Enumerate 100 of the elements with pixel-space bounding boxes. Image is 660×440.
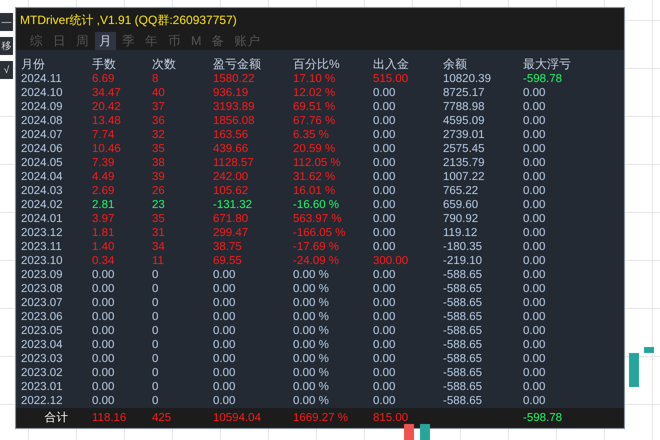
table-cell-text: 3193.89	[213, 100, 256, 114]
table-cell-text: 0.00	[373, 114, 396, 128]
table-cell-text: 0	[152, 324, 160, 338]
table-cell-text: 37	[152, 100, 166, 114]
table-cell-text: 4595.09	[443, 114, 486, 128]
table-cell-text: 31.62 %	[293, 170, 336, 184]
table-cell-text: 16.01 %	[293, 184, 336, 198]
table-cell-text: 0.00 %	[293, 394, 330, 408]
column-header: 盈亏金额	[213, 56, 262, 72]
table-cell-text: 0.00	[213, 310, 236, 324]
table-cell-text: 0.00	[92, 338, 116, 352]
column-header: 百分比%	[293, 56, 341, 72]
table-cell-text: 0.00	[523, 254, 546, 268]
total-cell-text: 425	[152, 411, 172, 425]
table-cell-text: 2023.05	[21, 324, 64, 338]
tab[interactable]: 备	[207, 32, 228, 50]
table-cell-text: 1.40	[92, 240, 116, 254]
table-cell-text: 0.00	[213, 282, 236, 296]
table-cell-text: 0.00 %	[293, 324, 330, 338]
table-cell-text: 0.00	[373, 310, 396, 324]
table-cell-text: 35	[152, 212, 166, 226]
table-cell-text: 0.00 %	[293, 296, 330, 310]
table-cell-text: 0.00	[92, 282, 116, 296]
table-cell-text: 0	[152, 394, 160, 408]
tab[interactable]: 日	[49, 32, 70, 50]
table-cell-text: 0	[152, 268, 160, 282]
table-cell-text: 0.00	[523, 296, 546, 310]
table-cell-text: 0.00	[523, 86, 546, 100]
table-cell-text: 2.69	[92, 184, 116, 198]
table-cell-text: 0.00	[373, 212, 396, 226]
tab[interactable]: 综	[26, 32, 47, 50]
table-cell-text: 1856.08	[213, 114, 256, 128]
table-cell-text: 671.80	[213, 212, 250, 226]
table-cell-text: 0.00	[523, 142, 546, 156]
table-cell-text: 2023.06	[21, 310, 64, 324]
table-cell-text: -588.65	[443, 282, 484, 296]
table-cell-text: -588.65	[443, 310, 484, 324]
table-cell-text: 2024.05	[21, 156, 64, 170]
column-header: 手数	[92, 56, 117, 72]
table-cell-text: 6.69	[92, 72, 116, 86]
table-cell-text: 0.00	[373, 366, 396, 380]
table-cell-text: 2023.12	[21, 226, 64, 240]
table-cell-text: 32	[152, 128, 166, 142]
table-cell-text: 39	[152, 170, 166, 184]
table-cell-text: 0.00	[523, 100, 546, 114]
tab[interactable]: 年	[141, 32, 162, 50]
table-cell-text: -588.65	[443, 394, 484, 408]
table-cell-text: -588.65	[443, 324, 484, 338]
column-header: 余额	[443, 56, 468, 72]
table-cell-text: 0	[152, 352, 160, 366]
table-cell-text: 119.12	[443, 226, 478, 240]
table-cell-text: -588.65	[443, 366, 484, 380]
total-cell-text: 1669.27 %	[293, 411, 349, 425]
side-button[interactable]: 移	[0, 37, 13, 55]
table-cell-text: 13.48	[92, 114, 122, 128]
table-cell-text: 0.00	[373, 226, 396, 240]
table-cell-text: 2024.04	[21, 170, 64, 184]
table-cell-text: 0.00	[373, 142, 396, 156]
table-cell-text: 0.00	[523, 170, 546, 184]
table-cell-text: 163.56	[213, 128, 250, 142]
tab[interactable]: 季	[118, 32, 139, 50]
table-cell-text: 0.00	[373, 296, 396, 310]
table-cell-text: 0.00	[373, 198, 396, 212]
table-cell-text: 2024.03	[21, 184, 64, 198]
table-cell-text: 0.00	[373, 380, 396, 394]
table-cell-text: 0.00 %	[293, 268, 330, 282]
table-cell-text: 0.00 %	[293, 310, 330, 324]
table-cell-text: 0.00	[523, 240, 546, 254]
side-button[interactable]: √	[0, 61, 13, 79]
tab[interactable]: 币	[164, 32, 185, 50]
table-cell-text: 0.00	[523, 380, 546, 394]
table-cell-text: 0	[152, 310, 160, 324]
tab[interactable]: 周	[72, 32, 93, 50]
table-cell-text: 0.00	[523, 352, 546, 366]
column-header: 出入金	[373, 56, 410, 72]
table-cell-text: 67.76 %	[293, 114, 336, 128]
table-cell-text: 69.51 %	[293, 100, 336, 114]
side-button[interactable]: —	[0, 13, 13, 31]
tab[interactable]: M	[187, 32, 206, 50]
table-cell-text: 20.42	[92, 100, 122, 114]
table-cell-text: 10.46	[92, 142, 122, 156]
table-cell-text: 7788.98	[443, 100, 486, 114]
table-cell-text: 790.92	[443, 212, 480, 226]
table-cell-text: 0.00	[523, 310, 546, 324]
table-cell-text: 0.00	[523, 394, 546, 408]
table-cell-text: 0	[152, 366, 160, 380]
table-cell-text: 69.55	[213, 254, 243, 268]
tab[interactable]: 月	[95, 32, 116, 50]
table-cell-text: 0.00	[92, 366, 116, 380]
table-cell-text: 0.00 %	[293, 380, 330, 394]
table-cell-text: 0.00	[92, 310, 116, 324]
table-cell-text: 0.00	[523, 268, 546, 282]
table-cell-text: 2024.06	[21, 142, 64, 156]
table-cell-text: -131.32	[213, 198, 254, 212]
tab[interactable]: 账户	[230, 32, 264, 50]
table-cell-text: 0.00	[213, 296, 236, 310]
table-cell-text: 515.00	[373, 72, 410, 86]
table-cell-text: 0.00	[523, 338, 546, 352]
table-cell-text: 0.00	[213, 352, 236, 366]
column-header: 月份	[21, 56, 46, 72]
